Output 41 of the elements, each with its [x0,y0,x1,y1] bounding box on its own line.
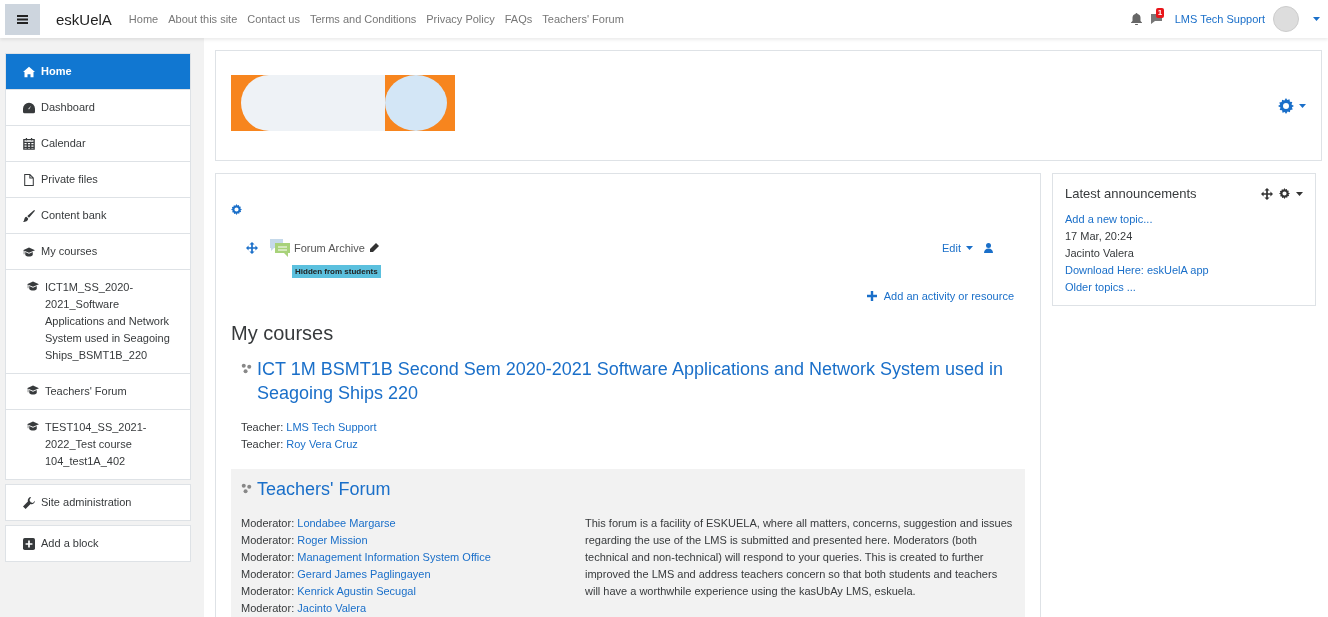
contact-role: Moderator: [241,568,295,580]
message-count-badge: 1 [1155,7,1165,18]
contact-role: Teacher: [241,421,284,433]
site-brand[interactable]: eskUelA [56,10,112,28]
course-summary: This forum is a facility of ESKUELA, where all matters, concerns, suggestion and issues regarding the use of the LMS is submitted and presented here. Moderators (both technical and non-technical) will respond to your queries. This is created to further improved the LMS and address teachers concern so that both students and teachers will have a worthwhile experience using the kasUbAy LMS, eskuela. [585,516,1014,599]
contact-role: Moderator: [241,551,295,563]
older-topics-link[interactable]: Older topics ... [1065,279,1303,296]
sidebar-item[interactable]: Home [6,54,190,89]
contact-name-link[interactable]: Kenrick Agustin Secugal [297,585,416,597]
contact-name-link[interactable]: Roger Mission [297,534,368,546]
nav-link[interactable]: Teachers' Forum [542,13,624,25]
post-subject-link[interactable]: Download Here: eskUelA app [1065,262,1303,279]
add-topic-link[interactable]: Add a new topic... [1065,211,1303,228]
contact-name-link[interactable]: Londabee Margarse [297,517,396,529]
add-activity-link[interactable]: Add an activity or resource [883,290,1014,302]
section-heading: My courses [231,322,335,345]
contact-name-link[interactable]: Gerard James Paglingayen [297,568,431,580]
contact-role: Moderator: [241,534,295,546]
contact-role: Moderator: [241,602,295,614]
post-author: Jacinto Valera [1065,246,1135,261]
hidden-badge: Hidden from students [292,265,381,278]
contact-role: Teacher: [241,438,284,450]
nav-link[interactable]: Contact us [247,13,300,25]
contact-name-link[interactable]: Jacinto Valera [297,602,367,614]
contact-role: Moderator: [241,517,295,529]
nav-link[interactable]: Privacy Policy [426,13,495,25]
post-date: 17 Mar, 20:24 [1065,229,1134,244]
nav-link[interactable]: Terms and Conditions [309,13,417,25]
user-menu-link[interactable]: LMS Tech Support [1174,13,1265,25]
contact-role: Moderator: [241,585,295,597]
contact-name-link[interactable]: Management Information System Office [297,551,491,563]
nav-link[interactable]: FAQs [504,13,533,25]
edit-menu-button[interactable]: Edit [942,242,973,254]
course-title-link[interactable]: ICT 1M BSMT1B Second Sem 2020-2021 Software Applications and Network System used in Seagoing Ships 220 [257,357,1015,405]
nav-link[interactable]: Home [128,13,159,25]
contact-name-link[interactable]: LMS Tech Support [286,421,377,433]
activity-name[interactable]: Forum Archive [294,242,365,254]
nav-link[interactable]: About this site [168,13,238,25]
contact-name-link[interactable]: Roy Vera Cruz [286,438,358,450]
block-title: Latest announcements [1065,186,1197,201]
course-title-link[interactable]: Teachers' Forum [257,477,391,501]
